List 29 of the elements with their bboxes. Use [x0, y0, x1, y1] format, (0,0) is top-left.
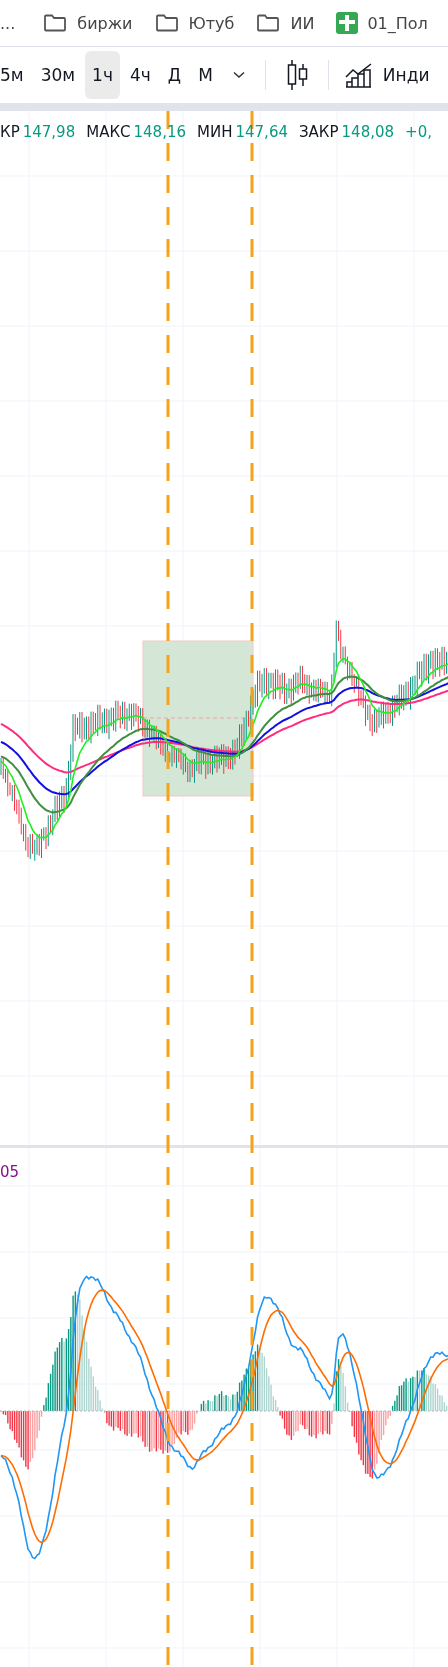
- interval-button[interactable]: 4ч: [123, 51, 158, 99]
- legend-label: МАКС: [86, 123, 131, 141]
- folder-icon: [154, 14, 179, 32]
- bookmark-link[interactable]: 01_Пол: [336, 12, 428, 34]
- legend-label: МИН: [197, 123, 233, 141]
- legend-value: 147,98: [22, 123, 76, 141]
- interval-button[interactable]: М: [191, 51, 220, 99]
- legend-value: 148,16: [133, 123, 187, 141]
- bookmark-link[interactable]: Ютуб: [154, 13, 235, 33]
- legend-label: КР: [0, 123, 20, 141]
- bookmark-link[interactable]: ИИ: [256, 13, 315, 33]
- bookmark-link[interactable]: биржи: [43, 13, 133, 33]
- interval-button[interactable]: 1ч: [85, 51, 120, 99]
- legend-value: +0,: [405, 123, 432, 141]
- legend-value: 147,64: [235, 123, 288, 141]
- interval-button[interactable]: Д: [160, 51, 189, 99]
- indicators-button[interactable]: Инди: [338, 61, 436, 89]
- folder-icon: [43, 14, 68, 32]
- interval-button[interactable]: 5м: [0, 51, 31, 99]
- candlestick-icon: [285, 59, 308, 91]
- indicator-value: 05: [0, 1163, 20, 1181]
- interval-button[interactable]: 30м: [33, 51, 83, 99]
- bookmark-link[interactable]: ...: [0, 13, 16, 33]
- caret-icon: [232, 71, 245, 79]
- legend-label: ЗАКР: [299, 123, 339, 141]
- legend-value: 148,08: [341, 123, 395, 141]
- folder-icon: [256, 14, 281, 32]
- chart-bars-icon: [344, 61, 373, 89]
- spreadsheet-icon: [336, 12, 359, 34]
